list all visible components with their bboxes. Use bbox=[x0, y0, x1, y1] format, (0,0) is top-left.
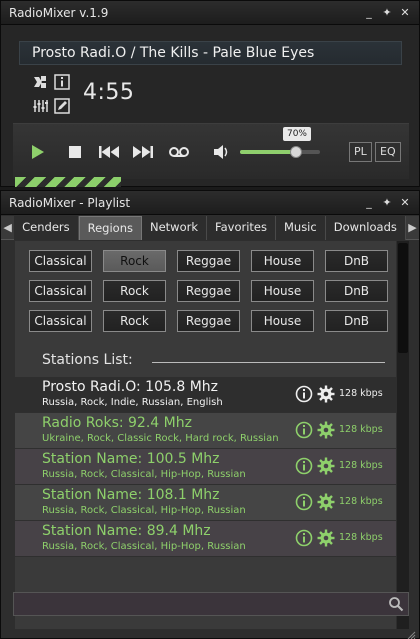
station-bitrate: 128 kbps bbox=[339, 460, 383, 471]
station-name: Prosto Radi.O: 105.8 Mhz bbox=[42, 379, 219, 395]
close-icon[interactable]: ✕ bbox=[399, 6, 411, 19]
scrollbar[interactable] bbox=[397, 241, 409, 629]
tab-downloads[interactable]: Downloads bbox=[325, 216, 406, 240]
equalizer-sliders-icon[interactable] bbox=[31, 97, 49, 115]
elapsed-time: 4:55 bbox=[83, 80, 135, 105]
minimize-icon[interactable]: _ bbox=[363, 6, 375, 19]
edit-icon[interactable] bbox=[53, 97, 71, 115]
station-bitrate: 128 kbps bbox=[339, 388, 383, 399]
genre-button-house[interactable]: House bbox=[251, 250, 314, 272]
tab-regions[interactable]: Regions bbox=[78, 216, 142, 240]
gear-icon[interactable] bbox=[317, 385, 335, 403]
volume-slider[interactable] bbox=[240, 146, 320, 158]
volume-knob[interactable] bbox=[290, 146, 302, 158]
station-bitrate: 128 kbps bbox=[339, 496, 383, 507]
divider bbox=[152, 362, 385, 363]
tab-favorites[interactable]: Favorites bbox=[207, 216, 276, 240]
close-icon[interactable]: ✕ bbox=[399, 196, 411, 209]
station-name: Radio Roks: 92.4 Mhz bbox=[42, 415, 192, 431]
volume-percentage: 70% bbox=[283, 127, 311, 141]
station-tags: Russia, Rock, Classical, Hip-Hop, Russia… bbox=[42, 541, 246, 552]
tab-right-arrow-icon[interactable]: ▶ bbox=[405, 216, 419, 239]
station-tags: Ukraine, Rock, Classic Rock, Hard rock, … bbox=[42, 433, 279, 444]
genre-button-classical[interactable]: Classical bbox=[29, 310, 92, 332]
playlist-window: RadioMixer - Playlist _ ✦ ✕ ◀ Cenders Re… bbox=[0, 190, 420, 639]
station-bitrate: 128 kbps bbox=[339, 424, 383, 435]
search-input[interactable] bbox=[13, 592, 409, 616]
gear-icon[interactable] bbox=[317, 457, 335, 475]
station-row[interactable]: Station Name: 89.4 Mhz Russia, Rock, Cla… bbox=[15, 521, 396, 557]
genre-button-reggae[interactable]: Reggae bbox=[177, 250, 240, 272]
station-tags: Russia, Rock, Indie, Russian, English bbox=[42, 397, 223, 408]
stations-list: Prosto Radi.O: 105.8 Mhz Russia, Rock, I… bbox=[15, 377, 396, 557]
genre-button-house[interactable]: House bbox=[251, 280, 314, 302]
resize-grip-icon[interactable] bbox=[406, 625, 416, 639]
info-icon[interactable] bbox=[295, 493, 313, 511]
transport-bar: 70% PL EQ bbox=[13, 123, 409, 179]
info-icon[interactable] bbox=[295, 385, 313, 403]
volume-fill bbox=[240, 150, 296, 154]
info-icon[interactable] bbox=[295, 457, 313, 475]
search-icon[interactable] bbox=[388, 596, 404, 612]
station-tags: Russia, Rock, Classical, Hip-Hop, Russia… bbox=[42, 505, 246, 516]
tab-bar: ◀ Cenders Regions Network Favorites Musi… bbox=[1, 216, 419, 240]
stations-list-heading: Stations List: bbox=[42, 352, 133, 368]
station-name: Station Name: 89.4 Mhz bbox=[42, 523, 211, 539]
genre-button-classical[interactable]: Classical bbox=[29, 250, 92, 272]
progress-stripes bbox=[15, 177, 121, 187]
station-name: Station Name: 100.5 Mhz bbox=[42, 451, 220, 467]
genre-button-reggae[interactable]: Reggae bbox=[177, 280, 240, 302]
genre-button-dnb[interactable]: DnB bbox=[325, 250, 388, 272]
station-row[interactable]: Prosto Radi.O: 105.8 Mhz Russia, Rock, I… bbox=[15, 377, 396, 413]
player-window: RadioMixer v.1.9 _ ✦ ✕ Prosto Radi.O / T… bbox=[0, 0, 420, 187]
minimize-icon[interactable]: _ bbox=[363, 196, 375, 209]
equalizer-button[interactable]: EQ bbox=[375, 142, 401, 162]
pin-icon[interactable]: ✦ bbox=[381, 6, 393, 19]
player-titlebar[interactable]: RadioMixer v.1.9 _ ✦ ✕ bbox=[1, 1, 419, 25]
genre-button-rock[interactable]: Rock bbox=[103, 250, 166, 272]
gear-icon[interactable] bbox=[317, 421, 335, 439]
station-bitrate: 128 kbps bbox=[339, 532, 383, 543]
playlist-content: Classical Rock Reggae House DnB Classica… bbox=[15, 241, 396, 629]
genre-button-classical[interactable]: Classical bbox=[29, 280, 92, 302]
player-title: RadioMixer v.1.9 bbox=[9, 5, 109, 20]
info-icon[interactable] bbox=[295, 421, 313, 439]
tab-left-arrow-icon[interactable]: ◀ bbox=[1, 216, 15, 239]
next-icon[interactable] bbox=[131, 142, 155, 162]
speaker-icon[interactable] bbox=[212, 142, 232, 162]
station-name: Station Name: 108.1 Mhz bbox=[42, 487, 220, 503]
genre-button-dnb[interactable]: DnB bbox=[325, 280, 388, 302]
playlist-titlebar[interactable]: RadioMixer - Playlist _ ✦ ✕ bbox=[1, 191, 419, 215]
genre-button-dnb[interactable]: DnB bbox=[325, 310, 388, 332]
info-box-icon[interactable] bbox=[53, 73, 71, 91]
genre-button-rock[interactable]: Rock bbox=[103, 280, 166, 302]
info-icon[interactable] bbox=[295, 529, 313, 547]
stop-icon[interactable] bbox=[65, 142, 85, 162]
gear-icon[interactable] bbox=[317, 529, 335, 547]
now-playing-display: Prosto Radi.O / The Kills - Pale Blue Ey… bbox=[19, 41, 402, 65]
pin-icon[interactable]: ✦ bbox=[381, 196, 393, 209]
genre-grid: Classical Rock Reggae House DnB Classica… bbox=[29, 250, 388, 332]
station-tags: Russia, Rock, Classical, Hip-Hop, Russia… bbox=[42, 469, 246, 480]
scrollbar-thumb[interactable] bbox=[398, 243, 408, 353]
record-icon[interactable] bbox=[167, 142, 191, 162]
tab-cenders[interactable]: Cenders bbox=[14, 216, 79, 240]
station-row[interactable]: Station Name: 108.1 Mhz Russia, Rock, Cl… bbox=[15, 485, 396, 521]
station-row[interactable]: Radio Roks: 92.4 Mhz Ukraine, Rock, Clas… bbox=[15, 413, 396, 449]
playlist-title: RadioMixer - Playlist bbox=[9, 195, 131, 210]
genre-button-house[interactable]: House bbox=[251, 310, 314, 332]
previous-icon[interactable] bbox=[97, 142, 121, 162]
tab-music[interactable]: Music bbox=[275, 216, 326, 240]
playlist-button[interactable]: PL bbox=[349, 142, 372, 162]
genre-button-reggae[interactable]: Reggae bbox=[177, 310, 240, 332]
tab-network[interactable]: Network bbox=[142, 216, 208, 240]
shuffle-icon[interactable] bbox=[31, 73, 49, 91]
play-icon[interactable] bbox=[27, 142, 47, 162]
gear-icon[interactable] bbox=[317, 493, 335, 511]
station-row[interactable]: Station Name: 100.5 Mhz Russia, Rock, Cl… bbox=[15, 449, 396, 485]
genre-button-rock[interactable]: Rock bbox=[103, 310, 166, 332]
